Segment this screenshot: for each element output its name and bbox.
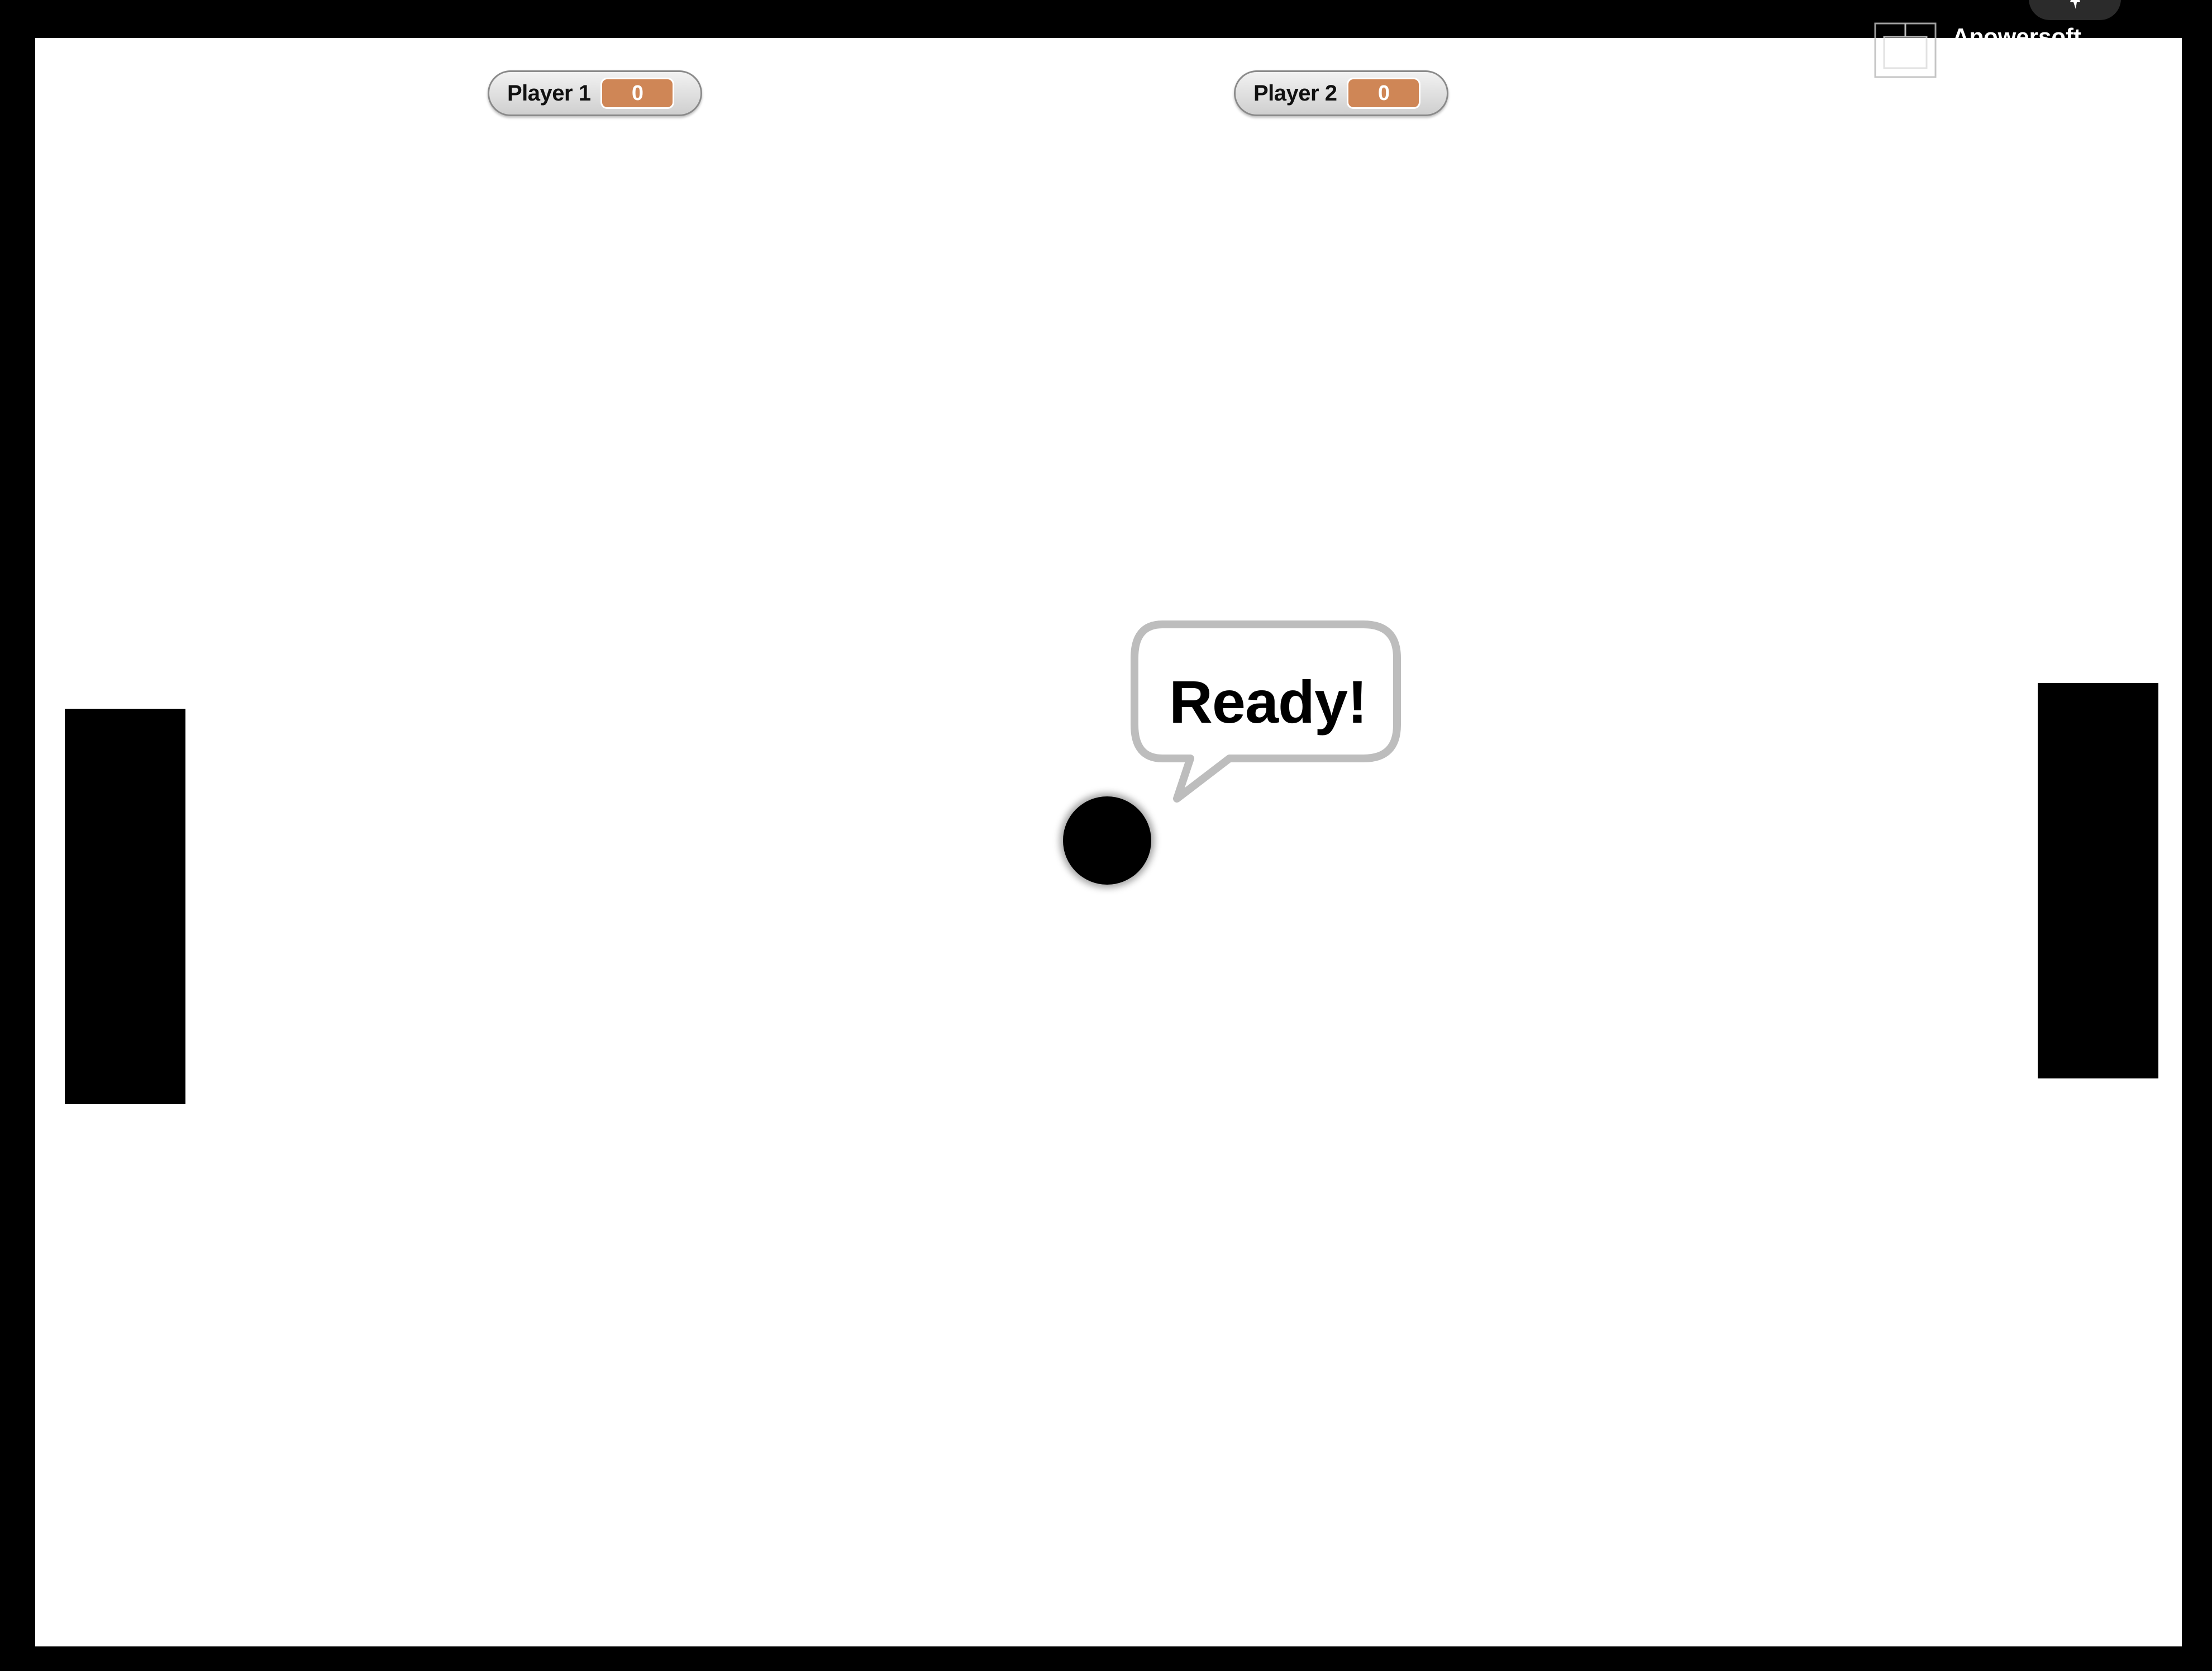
player-2-score: 0: [1347, 78, 1421, 109]
player-2-score-watcher: Player 2 0: [1234, 70, 1448, 116]
right-paddle[interactable]: [2038, 683, 2158, 1078]
player-1-label: Player 1: [507, 80, 591, 106]
left-paddle[interactable]: [65, 709, 185, 1104]
screen-frame: Player 1 0 Player 2 0 Ready! Apowersoft …: [0, 0, 2212, 1671]
player-2-label: Player 2: [1253, 80, 1337, 106]
screen-capture-watermark: Apowersoft Screen Capture: [1874, 0, 2212, 84]
speech-bubble-text: Ready!: [1169, 667, 1367, 736]
watermark-product-text: Screen Capture: [1952, 47, 2151, 77]
player-1-score: 0: [600, 78, 675, 109]
camera-frame-icon: [1874, 22, 1937, 78]
watermark-brand-text: Apowersoft: [1952, 23, 2081, 50]
game-stage[interactable]: Player 1 0 Player 2 0 Ready!: [35, 38, 2182, 1646]
pin-icon[interactable]: [2029, 0, 2121, 20]
speech-bubble: Ready!: [1129, 619, 1408, 853]
player-1-score-watcher: Player 1 0: [488, 70, 702, 116]
